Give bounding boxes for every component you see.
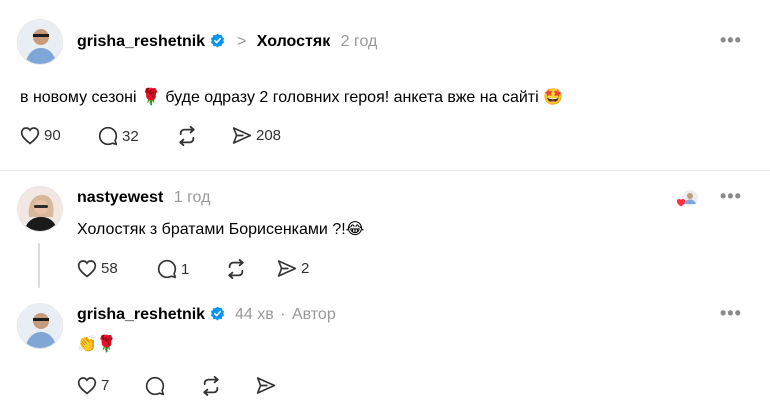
- reply-header: nastyewest 1 год: [77, 189, 210, 207]
- author-label: Автор: [291, 306, 336, 323]
- send-icon: [277, 260, 297, 277]
- share-button[interactable]: [256, 376, 276, 395]
- post-header: grisha_reshetnik > Холостяк 2 год: [77, 33, 377, 51]
- repost-button[interactable]: [200, 376, 222, 396]
- comment-bubble-icon: [145, 376, 165, 396]
- community-link[interactable]: Холостяк: [257, 33, 330, 50]
- send-icon: [256, 377, 276, 394]
- heart-icon: [77, 377, 97, 395]
- share-count: 208: [256, 127, 282, 144]
- more-icon[interactable]: •••: [720, 303, 742, 324]
- share-button[interactable]: 2: [277, 259, 309, 278]
- comment-bubble-icon: [98, 126, 118, 146]
- breadcrumb-chevron-icon: >: [236, 33, 247, 50]
- post-time: 2 год: [340, 33, 378, 50]
- like-count: 58: [101, 260, 118, 277]
- heart-icon: [77, 260, 97, 278]
- reply-username[interactable]: nastyewest: [77, 189, 163, 206]
- send-icon: [232, 127, 252, 144]
- comment-count: 32: [122, 127, 139, 145]
- avatar[interactable]: [17, 303, 63, 349]
- comment-button[interactable]: [145, 376, 165, 396]
- divider: [0, 170, 770, 171]
- repost-button[interactable]: [176, 126, 198, 146]
- repost-icon: [228, 259, 244, 279]
- share-button[interactable]: 208: [232, 126, 281, 145]
- repost-icon: [203, 376, 219, 396]
- like-count: 7: [101, 377, 110, 394]
- share-count: 2: [301, 260, 310, 277]
- like-button[interactable]: 58: [77, 259, 118, 278]
- meta-dot: ·: [280, 306, 286, 323]
- thread-line: [38, 243, 40, 288]
- avatar[interactable]: [17, 19, 63, 65]
- reply-text: 👏🌹: [77, 336, 117, 353]
- repost-button[interactable]: [225, 259, 247, 279]
- heart-icon: [20, 127, 40, 145]
- more-icon[interactable]: •••: [720, 186, 742, 207]
- like-button[interactable]: 7: [77, 376, 109, 395]
- like-button[interactable]: 90: [20, 126, 61, 145]
- verified-badge-icon: [210, 33, 225, 48]
- reply-time: 1 год: [173, 189, 211, 206]
- like-count: 90: [44, 127, 61, 144]
- reply-time: 44 хв: [234, 306, 274, 323]
- more-icon[interactable]: •••: [720, 30, 742, 51]
- repost-icon: [179, 126, 195, 146]
- comment-bubble-icon: [157, 259, 177, 279]
- comment-count: 1: [181, 260, 190, 278]
- reply-text: Холостяк з братами Борисенками ?!😂: [77, 221, 365, 238]
- reply-username[interactable]: grisha_reshetnik: [77, 306, 205, 323]
- liked-by-author-icon: [676, 189, 700, 209]
- verified-badge-icon: [210, 306, 225, 321]
- reply-header: grisha_reshetnik 44 хв · Автор: [77, 306, 336, 324]
- post-username[interactable]: grisha_reshetnik: [77, 33, 205, 50]
- avatar[interactable]: [17, 186, 63, 232]
- comment-button[interactable]: 1: [157, 259, 189, 279]
- post-text: в новому сезоні 🌹 буде одразу 2 головних…: [20, 89, 564, 106]
- comment-button[interactable]: 32: [98, 126, 139, 146]
